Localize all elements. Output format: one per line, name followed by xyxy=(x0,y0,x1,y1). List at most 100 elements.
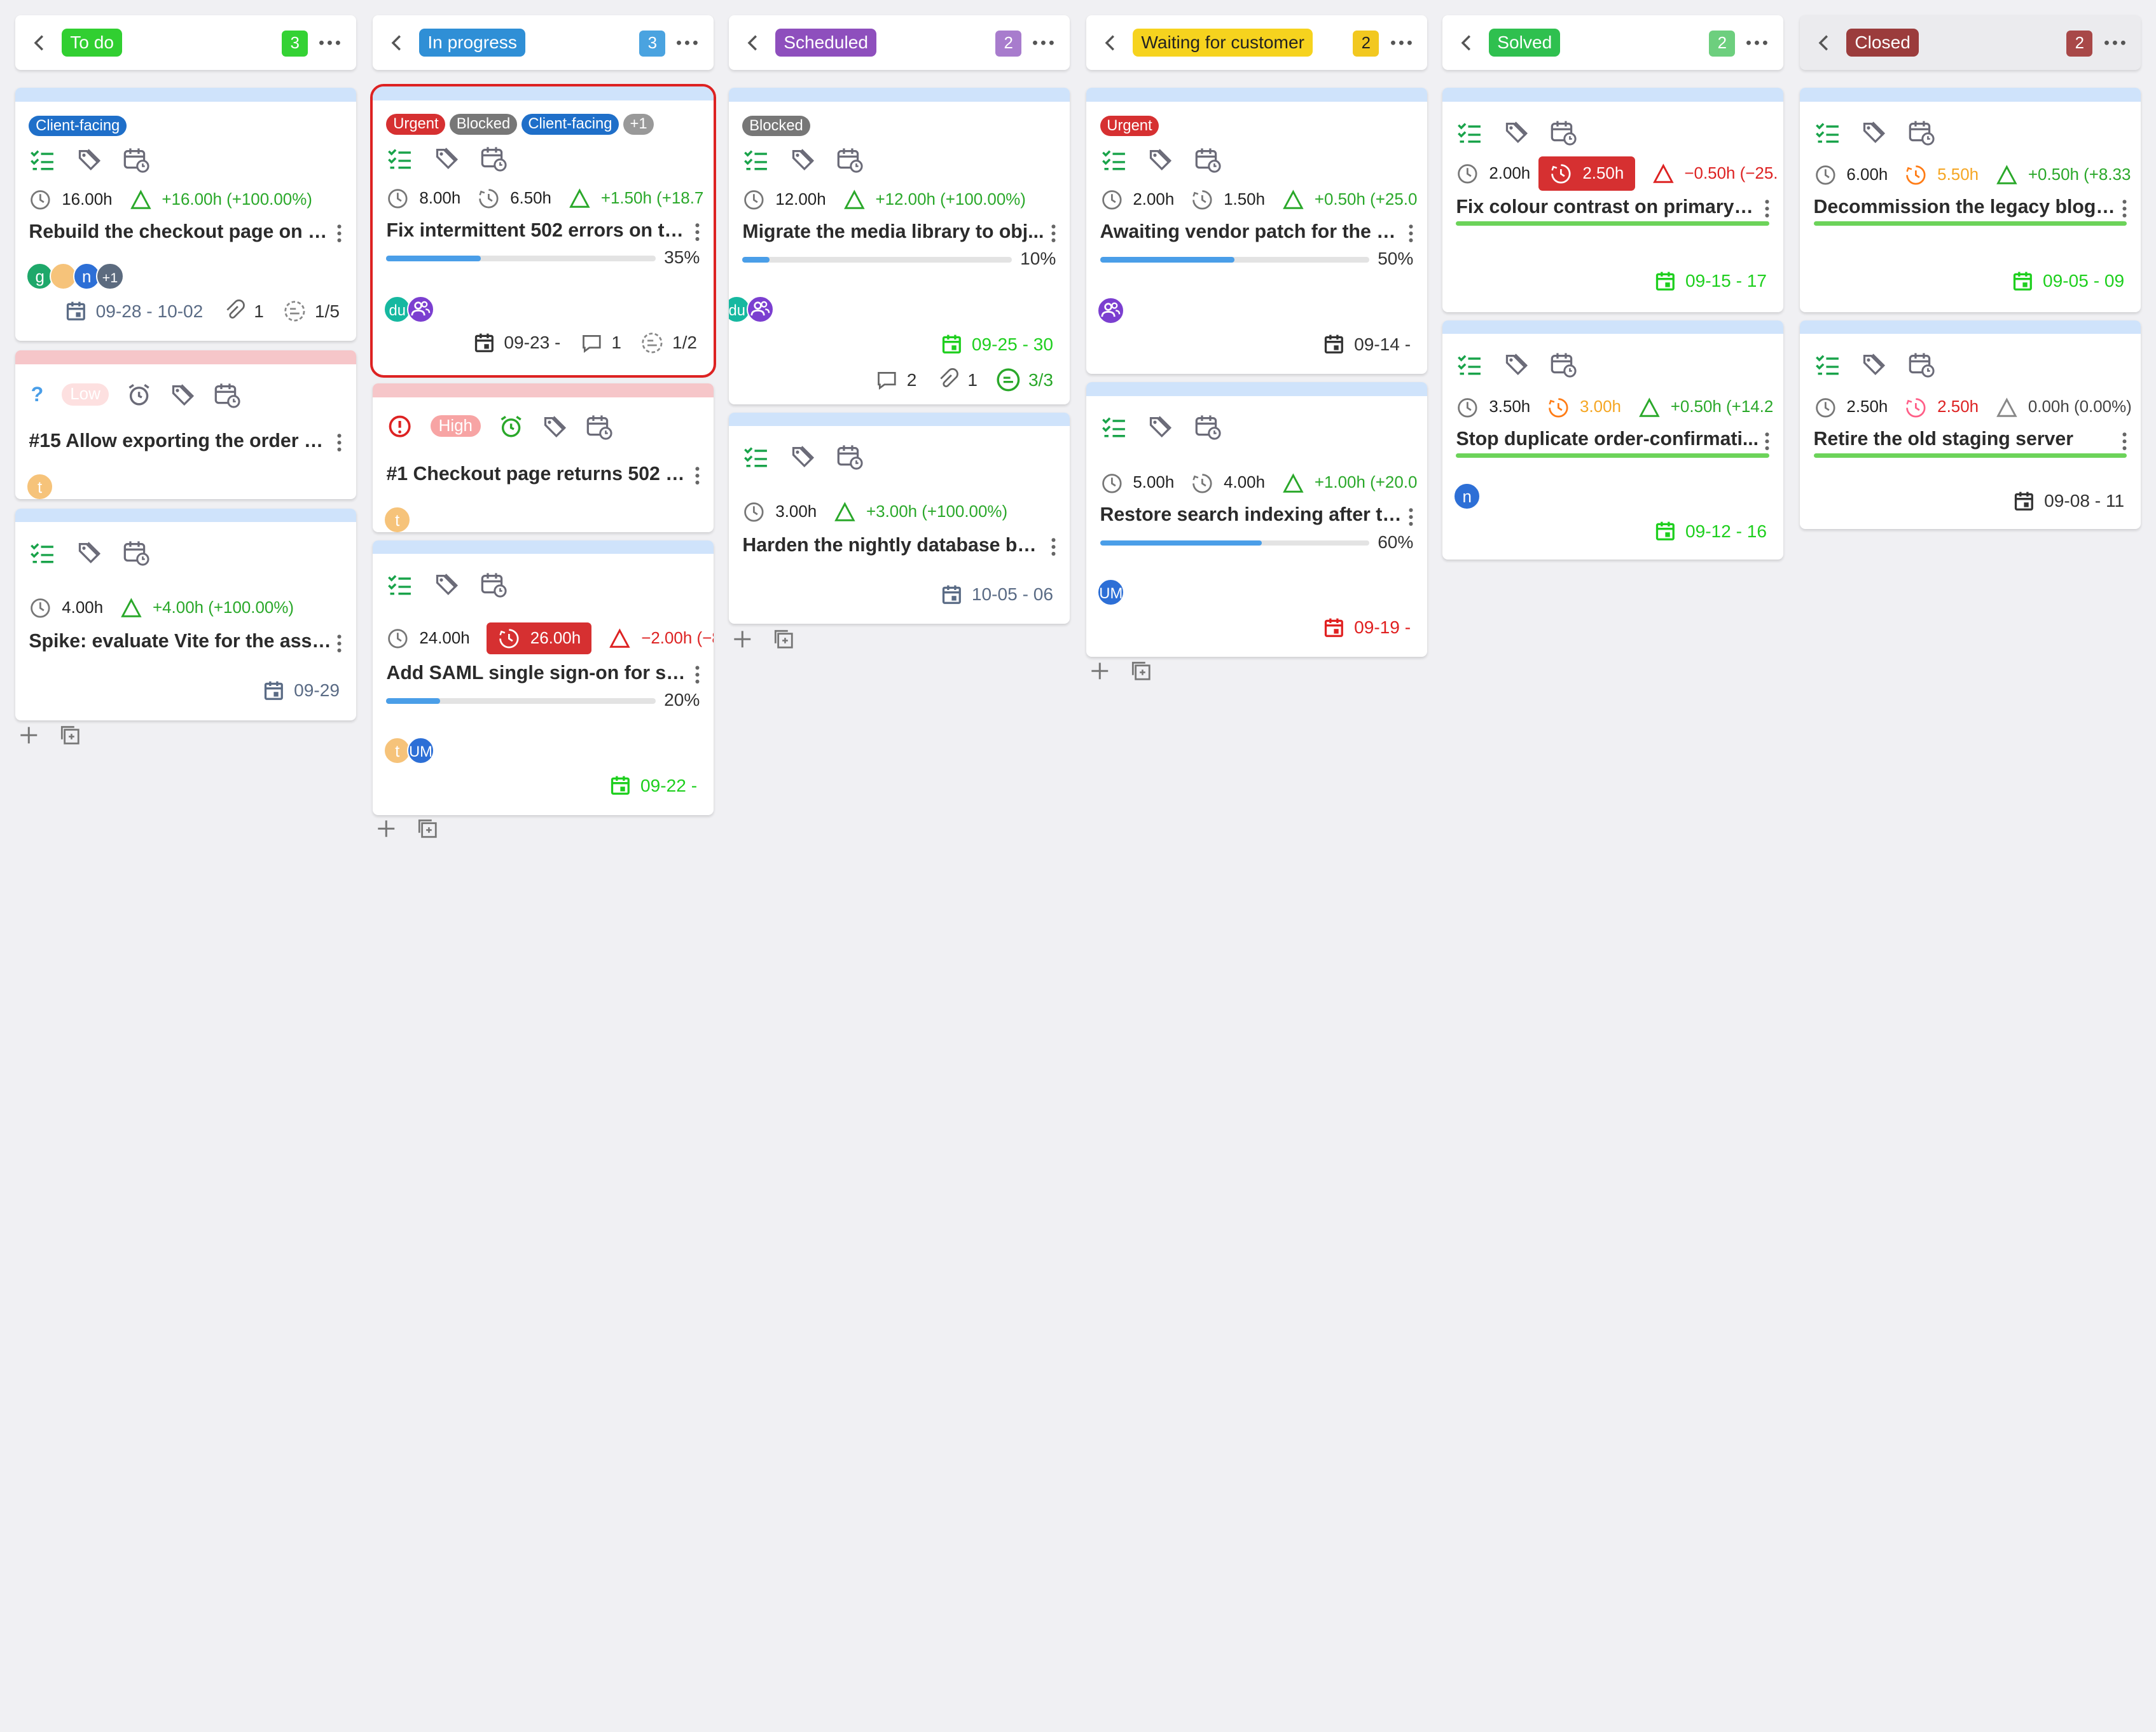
card-menu-icon[interactable] xyxy=(1407,507,1415,526)
task-card[interactable]: Client-facing 16.00h +16.00h (+100.00%) … xyxy=(15,88,356,341)
checklist-icon[interactable] xyxy=(1456,118,1483,146)
collapse-left-icon[interactable] xyxy=(1455,31,1479,55)
collapse-left-icon[interactable] xyxy=(741,31,766,55)
tag-icon[interactable] xyxy=(433,570,460,598)
card-menu-icon[interactable] xyxy=(335,433,343,452)
checklist-icon[interactable] xyxy=(1100,413,1128,440)
task-card[interactable]: 5.00h 4.00h +1.00h (+20.0 Restore search… xyxy=(1086,381,1428,657)
tag-icon[interactable] xyxy=(541,413,569,440)
card-menu-icon[interactable] xyxy=(335,224,343,243)
add-template-icon[interactable] xyxy=(1130,660,1152,682)
more-options-icon[interactable] xyxy=(675,32,700,54)
card-title[interactable]: Migrate the media library to obj... xyxy=(742,221,1045,243)
task-card[interactable]: Urgent 2.00h 1.50h +0.50h (+25.0 Awaitin… xyxy=(1086,88,1428,375)
add-template-icon[interactable] xyxy=(773,628,795,650)
card-menu-icon[interactable] xyxy=(693,223,701,242)
task-card-selected[interactable]: Urgent Blocked Client-facing +1 8.00h 6.… xyxy=(370,84,716,378)
checklist-icon[interactable] xyxy=(1100,146,1128,173)
card-menu-icon[interactable] xyxy=(335,634,343,653)
card-menu-icon[interactable] xyxy=(1763,432,1771,451)
more-options-icon[interactable] xyxy=(1745,32,1769,54)
schedule-icon[interactable] xyxy=(1549,118,1577,146)
card-menu-icon[interactable] xyxy=(693,466,701,485)
card-title[interactable]: Decommission the legacy blog a... xyxy=(1814,196,2117,218)
checklist-icon[interactable] xyxy=(742,443,770,470)
add-card-icon[interactable] xyxy=(375,818,397,840)
tag-icon[interactable] xyxy=(1860,350,1888,378)
task-card[interactable]: 3.50h 3.00h +0.50h (+14.2 Stop duplicate… xyxy=(1442,320,1783,560)
schedule-icon[interactable] xyxy=(836,443,863,470)
card-menu-icon[interactable] xyxy=(693,665,701,684)
add-card-icon[interactable] xyxy=(1089,660,1111,682)
card-title[interactable]: Spike: evaluate Vite for the asset... xyxy=(29,631,331,652)
task-card[interactable]: 2.50h 2.50h 0.00h (0.00%) Retire the old… xyxy=(1799,320,2141,530)
card-title[interactable]: Rebuild the checkout page on th... xyxy=(29,221,331,243)
card-title[interactable]: Stop duplicate order-confirmati... xyxy=(1456,429,1759,450)
more-options-icon[interactable] xyxy=(317,32,342,54)
schedule-icon[interactable] xyxy=(480,144,507,172)
checklist-icon[interactable] xyxy=(1814,118,1841,146)
tag-more[interactable]: +1 xyxy=(623,114,654,135)
add-template-icon[interactable] xyxy=(59,724,81,746)
schedule-icon[interactable] xyxy=(122,146,149,173)
checklist-icon[interactable] xyxy=(742,146,770,173)
task-card[interactable]: Blocked 12.00h +12.00h (+100.00%) Migrat… xyxy=(728,88,1070,404)
card-title[interactable]: Retire the old staging server xyxy=(1814,429,2117,450)
collapse-left-icon[interactable] xyxy=(1812,31,1837,55)
schedule-icon[interactable] xyxy=(1907,350,1935,378)
card-title[interactable]: #1 Checkout page returns 502 d... xyxy=(386,464,689,485)
task-card[interactable]: ? Low #15 Allow exporting the order hi..… xyxy=(15,350,356,499)
card-menu-icon[interactable] xyxy=(1049,537,1058,556)
card-title[interactable]: Fix colour contrast on primary b... xyxy=(1456,196,1759,218)
schedule-icon[interactable] xyxy=(585,413,612,440)
tag-icon[interactable] xyxy=(76,539,103,566)
tag-icon[interactable] xyxy=(1860,118,1888,146)
card-menu-icon[interactable] xyxy=(2120,199,2129,218)
checklist-icon[interactable] xyxy=(386,570,413,598)
task-card[interactable]: 24.00h 26.00h −2.00h (−8 Add SAML single… xyxy=(372,540,714,815)
task-card[interactable]: 3.00h +3.00h (+100.00%) Harden the night… xyxy=(728,412,1070,624)
task-card[interactable]: 6.00h 5.50h +0.50h (+8.33 Decommission t… xyxy=(1799,88,2141,312)
card-menu-icon[interactable] xyxy=(1763,199,1771,218)
schedule-icon[interactable] xyxy=(213,381,240,408)
checklist-icon[interactable] xyxy=(29,146,56,173)
more-options-icon[interactable] xyxy=(1031,32,1056,54)
add-card-icon[interactable] xyxy=(731,628,754,650)
checklist-icon[interactable] xyxy=(1456,350,1483,378)
schedule-icon[interactable] xyxy=(1549,350,1577,378)
tag-icon[interactable] xyxy=(789,443,817,470)
card-title[interactable]: Add SAML single sign-on for staf... xyxy=(386,663,689,684)
add-template-icon[interactable] xyxy=(417,818,439,840)
checklist-icon[interactable] xyxy=(29,539,56,566)
schedule-icon[interactable] xyxy=(1194,413,1221,440)
add-card-icon[interactable] xyxy=(18,724,40,746)
checklist-icon[interactable] xyxy=(386,144,413,172)
tag-icon[interactable] xyxy=(169,381,197,408)
more-options-icon[interactable] xyxy=(2103,32,2127,54)
tag-icon[interactable] xyxy=(76,146,103,173)
schedule-icon[interactable] xyxy=(480,570,507,598)
tag-icon[interactable] xyxy=(1147,413,1174,440)
collapse-left-icon[interactable] xyxy=(385,31,410,55)
schedule-icon[interactable] xyxy=(1907,118,1935,146)
card-title[interactable]: Harden the nightly database bac... xyxy=(742,535,1045,556)
card-menu-icon[interactable] xyxy=(1049,224,1058,243)
card-menu-icon[interactable] xyxy=(2120,432,2129,451)
tag-icon[interactable] xyxy=(1503,350,1530,378)
card-title[interactable]: Restore search indexing after th... xyxy=(1100,504,1403,526)
avatar-more[interactable]: +1 xyxy=(96,262,124,291)
alarm-icon[interactable] xyxy=(497,413,525,440)
tag-icon[interactable] xyxy=(1147,146,1174,173)
collapse-left-icon[interactable] xyxy=(27,31,52,55)
task-card[interactable]: 4.00h +4.00h (+100.00%) Spike: evaluate … xyxy=(15,508,356,720)
alarm-icon[interactable] xyxy=(125,381,153,408)
checklist-icon[interactable] xyxy=(1814,350,1841,378)
tag-icon[interactable] xyxy=(1503,118,1530,146)
task-card[interactable]: 2.00h 2.50h −0.50h (−25. Fix colour cont… xyxy=(1442,88,1783,312)
schedule-icon[interactable] xyxy=(122,539,149,566)
card-title[interactable]: Awaiting vendor patch for the p... xyxy=(1100,221,1403,243)
schedule-icon[interactable] xyxy=(836,146,863,173)
task-card[interactable]: High #1 Checkout page returns 502 d... t xyxy=(372,383,714,532)
card-title[interactable]: Fix intermittent 502 errors on th... xyxy=(386,220,689,242)
collapse-left-icon[interactable] xyxy=(1098,31,1123,55)
